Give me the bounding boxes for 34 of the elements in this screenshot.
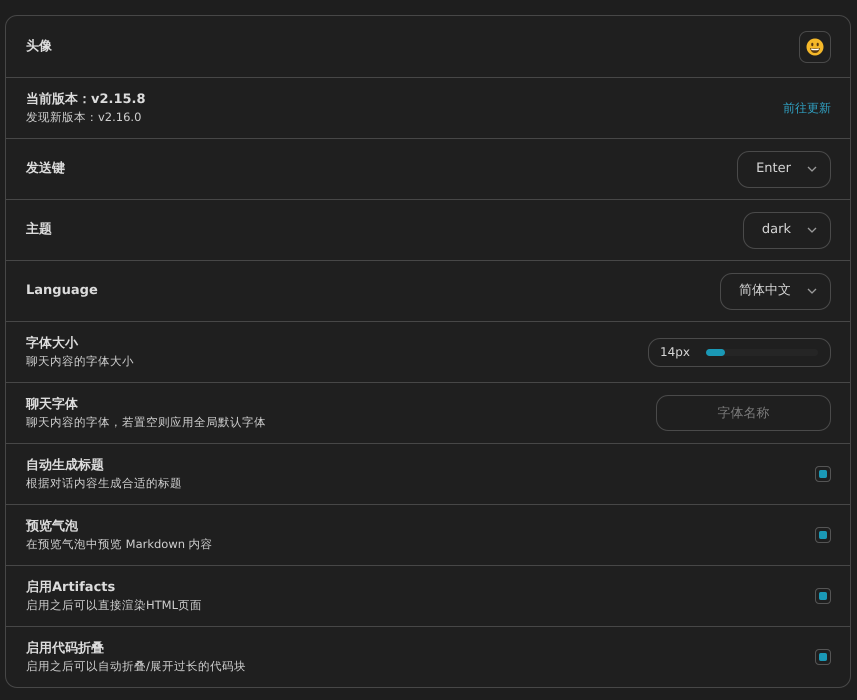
setting-description: 聊天内容的字体大小	[26, 353, 134, 369]
setting-title: 预览气泡	[26, 518, 79, 536]
setting-title: 启用代码折叠	[26, 640, 105, 658]
chevron-down-icon	[807, 166, 817, 172]
setting-title: 主题	[26, 221, 52, 239]
slider-reading: 14px	[660, 344, 690, 361]
font-size-slider[interactable]: 14px	[648, 338, 831, 366]
setting-title: 自动生成标题	[26, 457, 105, 475]
select-dropdown[interactable]: 简体中文	[720, 272, 831, 310]
chevron-down-icon	[807, 288, 817, 294]
select-dropdown[interactable]: dark	[742, 212, 831, 248]
setting-title: 发送键	[26, 160, 65, 178]
setting-title: 聊天字体	[26, 396, 79, 414]
setting-title: 字体大小	[26, 335, 80, 353]
setting-title: Language	[26, 282, 98, 300]
setting-description: 聊天内容的字体，若置空则应用全局默认字体	[26, 414, 266, 430]
checkbox[interactable]	[815, 466, 831, 482]
checkbox[interactable]	[815, 649, 831, 665]
setting-title: 头像	[26, 38, 52, 56]
setting-title: 启用Artifacts	[26, 579, 116, 597]
update-link[interactable]: 前往更新	[783, 99, 831, 117]
select-dropdown[interactable]: Enter	[737, 150, 831, 188]
smiley-icon	[806, 38, 824, 56]
setting-description: 启用之后可以直接渲染HTML页面	[26, 597, 202, 613]
checkbox[interactable]	[815, 588, 831, 604]
font-name-field[interactable]: 字体名称	[656, 395, 831, 431]
avatar-button[interactable]	[799, 30, 831, 62]
setting-description: 启用之后可以自动折叠/展开过长的代码块	[26, 658, 246, 674]
setting-title: 当前版本：v2.15.8	[26, 91, 146, 109]
chevron-down-icon	[807, 227, 817, 233]
setting-description: 根据对话内容生成合适的标题	[26, 475, 182, 491]
checkbox[interactable]	[815, 527, 831, 543]
setting-description: 发现新版本：v2.16.0	[26, 109, 142, 125]
setting-description: 在预览气泡中预览 Markdown 内容	[26, 536, 213, 552]
